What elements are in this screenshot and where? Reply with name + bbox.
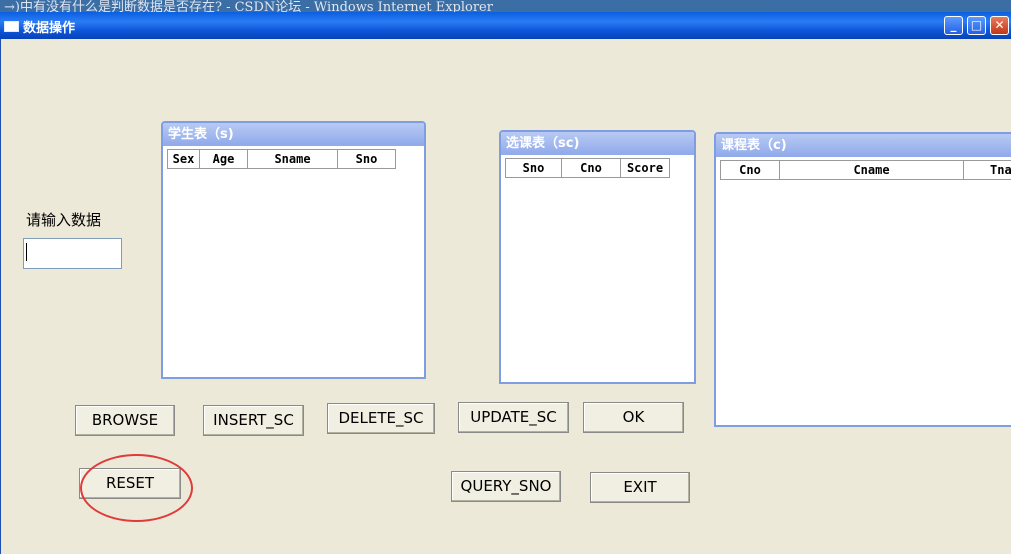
course-table-header: Cno Cname Tna <box>720 160 1011 180</box>
student-table-panel: 学生表（s) Sex Age Sname Sno <box>161 121 426 379</box>
minimize-button[interactable]: _ <box>944 16 963 35</box>
query-sno-button[interactable]: QUERY_SNO <box>451 471 561 502</box>
ok-button[interactable]: OK <box>583 402 684 433</box>
column-header-sname[interactable]: Sname <box>248 149 338 169</box>
course-selection-table-title: 选课表（sc) <box>501 132 694 155</box>
background-window-titlebar: →)中有没有什么是判断数据是否存在? - CSDN论坛 - Windows In… <box>0 0 1011 12</box>
student-table-title: 学生表（s) <box>163 123 424 146</box>
text-caret <box>26 243 27 261</box>
course-selection-table-header: Sno Cno Score <box>505 158 670 178</box>
column-header-cname[interactable]: Cname <box>780 160 964 180</box>
window-title: 数据操作 <box>23 21 76 36</box>
column-header-sno[interactable]: Sno <box>338 149 396 169</box>
browse-button[interactable]: BROWSE <box>75 405 175 436</box>
insert-sc-button[interactable]: INSERT_SC <box>203 405 304 436</box>
data-input[interactable] <box>23 238 122 269</box>
column-header-sex[interactable]: Sex <box>167 149 200 169</box>
maximize-button[interactable]: □ <box>967 16 986 35</box>
delete-sc-button[interactable]: DELETE_SC <box>327 403 435 434</box>
column-header-cno[interactable]: Cno <box>562 158 621 178</box>
input-label: 请输入数据 <box>26 211 102 229</box>
window-client-area: 请输入数据 学生表（s) Sex Age Sname Sno 选课表（sc) S… <box>0 39 1011 554</box>
column-header-tna[interactable]: Tna <box>964 160 1011 180</box>
column-header-score[interactable]: Score <box>621 158 670 178</box>
update-sc-button[interactable]: UPDATE_SC <box>458 402 569 433</box>
student-table-header: Sex Age Sname Sno <box>167 149 396 169</box>
column-header-cno[interactable]: Cno <box>720 160 780 180</box>
exit-button[interactable]: EXIT <box>590 472 690 503</box>
column-header-sno[interactable]: Sno <box>505 158 562 178</box>
column-header-age[interactable]: Age <box>200 149 248 169</box>
window-icon <box>4 21 19 32</box>
background-window-title: →)中有没有什么是判断数据是否存在? - CSDN论坛 - Windows In… <box>4 0 493 12</box>
course-selection-table-panel: 选课表（sc) Sno Cno Score <box>499 130 696 384</box>
reset-button[interactable]: RESET <box>79 468 181 499</box>
close-button[interactable]: ✕ <box>990 16 1009 35</box>
window-titlebar[interactable]: 数据操作 _ □ ✕ <box>0 12 1011 39</box>
course-table-panel: 课程表（c) Cno Cname Tna <box>714 132 1011 427</box>
course-table-title: 课程表（c) <box>716 134 1011 157</box>
